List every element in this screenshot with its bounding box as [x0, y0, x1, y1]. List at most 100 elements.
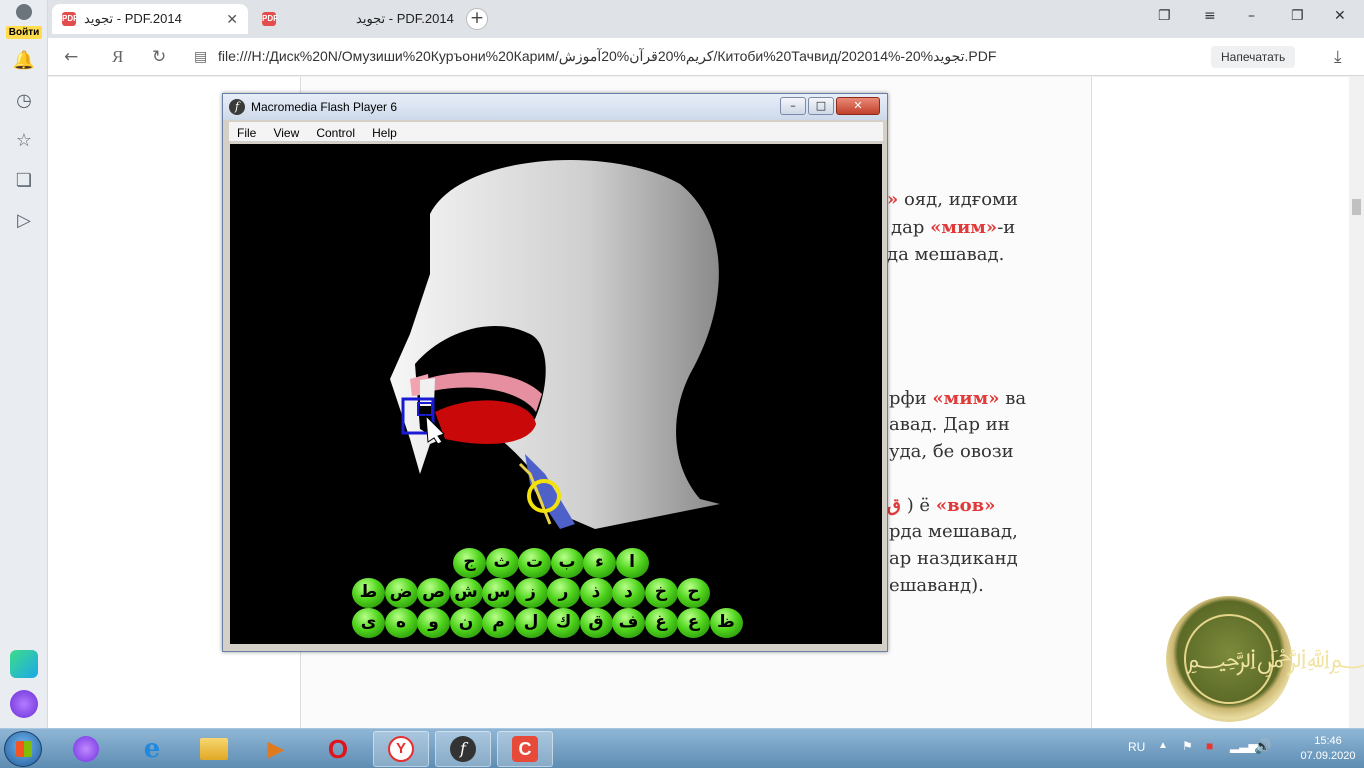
menu-control[interactable]: Control: [316, 123, 355, 143]
letter-button[interactable]: ث: [485, 548, 519, 578]
media-app-icon[interactable]: [10, 650, 38, 678]
letter-button[interactable]: ى: [352, 608, 385, 638]
red-app-icon[interactable]: C: [497, 731, 553, 767]
tray-expand-icon[interactable]: ▲: [1158, 740, 1168, 751]
yandex-browser-icon[interactable]: Y: [373, 731, 429, 767]
letter-button[interactable]: ب: [550, 548, 584, 578]
letters-row-2: ط ض ص ش س ز ر ذ د خ ح: [352, 578, 710, 608]
letter-button[interactable]: ه: [384, 608, 418, 638]
letter-button[interactable]: غ: [644, 608, 678, 638]
pdf-icon: PDF: [262, 12, 278, 26]
letter-button[interactable]: ك: [547, 608, 580, 638]
tab-title: تجوید - PDF.2014: [356, 11, 454, 26]
letter-button[interactable]: ع: [677, 608, 710, 638]
letter-button[interactable]: ن: [449, 608, 483, 638]
letter-button[interactable]: ذ: [579, 578, 613, 608]
flash-minimize-button[interactable]: –: [780, 97, 806, 115]
clock-icon[interactable]: ◷: [12, 88, 36, 112]
security-icon[interactable]: ■: [1206, 739, 1213, 753]
flash-maximize-button[interactable]: □: [808, 97, 834, 115]
pdf-line: ешаванд).: [889, 575, 984, 596]
start-button[interactable]: [4, 731, 42, 767]
letter-button[interactable]: م: [482, 608, 515, 638]
letter-button[interactable]: ز: [514, 578, 548, 608]
tab-title: تجوید - PDF.2014: [84, 11, 182, 26]
pdf-line: авад. Дар ин: [889, 414, 1010, 435]
alice-icon[interactable]: [10, 690, 38, 718]
menu-view[interactable]: View: [273, 123, 299, 143]
opera-icon[interactable]: O: [310, 731, 366, 767]
collections-icon[interactable]: ❏: [12, 168, 36, 192]
flash-window-title: Macromedia Flash Player 6: [251, 100, 398, 114]
login-button[interactable]: Войти: [4, 4, 44, 40]
menu-icon[interactable]: ≡: [1204, 8, 1216, 24]
browser-sidebar: Войти 🔔 ◷ ☆ ❏ ▷: [0, 0, 48, 728]
menu-file[interactable]: File: [237, 123, 256, 143]
quran-emblem: ﷽: [1166, 596, 1364, 722]
alice-taskbar-icon[interactable]: [58, 731, 114, 767]
minimize-icon[interactable]: –: [1248, 8, 1255, 24]
letter-button[interactable]: و: [417, 608, 450, 638]
file-explorer-icon[interactable]: [186, 731, 242, 767]
pdf-line: ар наздиканд: [889, 548, 1018, 569]
back-icon[interactable]: ←: [64, 47, 78, 67]
tab-pdf-active[interactable]: PDF تجوید - PDF.2014 ✕: [52, 4, 248, 34]
flash-icon: f: [229, 99, 245, 115]
pdf-line: да мешавад.: [887, 244, 1005, 265]
flash-player-taskbar-icon[interactable]: f: [435, 731, 491, 767]
bell-icon[interactable]: 🔔: [12, 48, 36, 72]
pdf-icon: PDF: [62, 12, 78, 26]
play-icon[interactable]: ▷: [12, 208, 36, 232]
letter-button[interactable]: ش: [449, 578, 483, 608]
network-flag-icon[interactable]: ⚑: [1182, 739, 1193, 753]
system-clock[interactable]: 15:46 07.09.2020: [1298, 734, 1358, 764]
tab-pdf-second[interactable]: PDF تجوید - PDF.2014: [252, 4, 458, 34]
letter-button[interactable]: د: [612, 578, 645, 608]
emblem-calligraphy: ﷽: [1184, 614, 1364, 704]
letter-button[interactable]: ء: [583, 548, 616, 578]
letter-button[interactable]: ط: [352, 578, 385, 608]
flash-titlebar[interactable]: f Macromedia Flash Player 6 – □ ✕: [223, 94, 887, 120]
letter-button[interactable]: ف: [612, 608, 645, 638]
letter-button[interactable]: ق: [579, 608, 613, 638]
letter-button[interactable]: ض: [384, 578, 418, 608]
pdf-line: » ояд, идғоми: [887, 189, 1019, 210]
windows-taskbar: e ▶ O Y f C RU ▲ ⚑ ■ ▂▃▅ 🔊 15:46 07.09.2…: [0, 728, 1364, 768]
reload-icon[interactable]: ↻: [152, 47, 166, 67]
language-indicator[interactable]: RU: [1128, 740, 1145, 754]
flash-stage[interactable]: ج ث ت ب ء ا ط ض ص ش س ز ر ذ د خ ح ى ه و …: [230, 144, 882, 644]
letter-button[interactable]: ت: [518, 548, 551, 578]
yandex-icon[interactable]: Я: [112, 47, 123, 67]
new-tab-button[interactable]: +: [466, 8, 488, 30]
scroll-thumb[interactable]: [1352, 199, 1361, 215]
internet-explorer-icon[interactable]: e: [124, 731, 180, 767]
letter-button[interactable]: ر: [547, 578, 580, 608]
tab-close-icon[interactable]: ✕: [226, 11, 238, 28]
download-icon[interactable]: ⤓: [1334, 47, 1342, 67]
pdf-line: рфи «мим» ва: [889, 388, 1027, 409]
close-window-icon[interactable]: ✕: [1334, 8, 1346, 24]
letters-row-3: ى ه و ن م ل ك ق ف غ ع ظ: [352, 608, 743, 638]
letter-button[interactable]: ج: [453, 548, 486, 578]
pdf-line: дар «мим»-и: [891, 217, 1016, 238]
media-player-icon[interactable]: ▶: [248, 731, 304, 767]
letter-button[interactable]: ظ: [709, 608, 743, 638]
login-label: Войти: [5, 26, 43, 39]
print-button[interactable]: Напечатать: [1211, 46, 1296, 68]
letter-button[interactable]: ل: [514, 608, 548, 638]
letter-button[interactable]: ص: [417, 578, 450, 608]
restore-icon[interactable]: ❐: [1291, 8, 1304, 24]
letter-button[interactable]: ا: [615, 548, 649, 578]
letter-button[interactable]: ح: [677, 578, 710, 608]
star-icon[interactable]: ☆: [12, 128, 36, 152]
clock-date: 07.09.2020: [1300, 750, 1356, 762]
menu-help[interactable]: Help: [372, 123, 397, 143]
letter-button[interactable]: س: [482, 578, 515, 608]
letter-button[interactable]: خ: [644, 578, 678, 608]
tabs-list-icon[interactable]: ❐: [1158, 8, 1171, 24]
pdf-scrollbar[interactable]: [1349, 77, 1364, 728]
flash-close-button[interactable]: ✕: [836, 97, 880, 115]
volume-icon[interactable]: 🔊: [1254, 738, 1271, 755]
url-field[interactable]: file:///H:/Диск%20N/Омузиши%20Куръони%20…: [218, 48, 996, 65]
tongue: [435, 400, 536, 444]
